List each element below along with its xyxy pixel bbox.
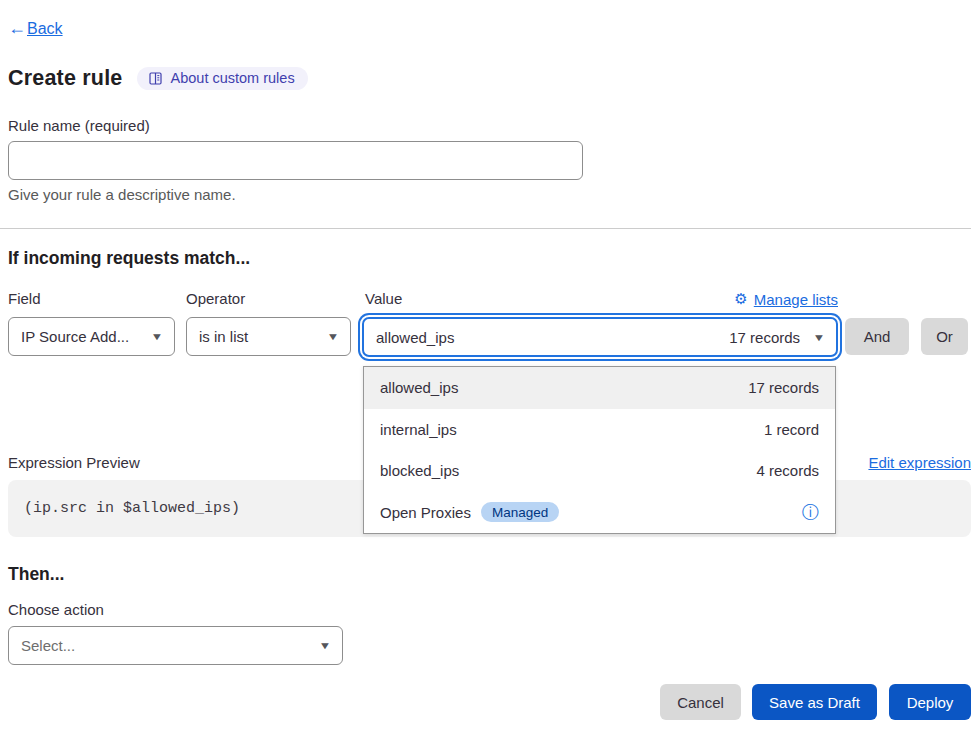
operator-column-label: Operator bbox=[186, 290, 245, 307]
option-count: 4 records bbox=[756, 462, 819, 479]
manage-lists-label: Manage lists bbox=[754, 291, 838, 308]
chevron-down-icon: ▼ bbox=[813, 332, 826, 343]
value-select-count: 17 records bbox=[729, 329, 800, 346]
about-custom-rules-badge[interactable]: About custom rules bbox=[137, 67, 308, 90]
value-select[interactable]: allowed_ips 17 records ▼ bbox=[362, 317, 838, 357]
save-as-draft-button[interactable]: Save as Draft bbox=[752, 684, 877, 720]
title-row: Create rule About custom rules bbox=[8, 66, 308, 91]
dropdown-option-blocked-ips[interactable]: blocked_ips 4 records bbox=[364, 450, 835, 492]
expression-code: (ip.src in $allowed_ips) bbox=[24, 500, 240, 517]
book-icon bbox=[148, 71, 163, 86]
section-divider bbox=[0, 228, 971, 229]
match-section-heading: If incoming requests match... bbox=[8, 248, 250, 269]
cancel-button[interactable]: Cancel bbox=[660, 684, 741, 720]
edit-expression-link[interactable]: Edit expression bbox=[868, 454, 971, 471]
action-select[interactable]: Select... ▼ bbox=[8, 626, 343, 665]
value-column-label: Value bbox=[365, 290, 402, 307]
manage-lists-link[interactable]: ⚙ Manage lists bbox=[734, 290, 838, 308]
option-name: internal_ips bbox=[380, 421, 457, 438]
then-section-heading: Then... bbox=[8, 564, 64, 585]
option-count: 17 records bbox=[748, 379, 819, 396]
deploy-button[interactable]: Deploy bbox=[889, 684, 971, 720]
dropdown-option-open-proxies[interactable]: Open Proxies Managed ⓘ bbox=[364, 492, 835, 534]
value-select-name: allowed_ips bbox=[376, 329, 454, 346]
page-title: Create rule bbox=[8, 66, 123, 91]
field-select-value: IP Source Add... bbox=[21, 328, 129, 345]
gear-icon: ⚙ bbox=[734, 290, 747, 308]
option-count: 1 record bbox=[764, 421, 819, 438]
option-name: Open Proxies bbox=[380, 504, 471, 521]
info-icon[interactable]: ⓘ bbox=[802, 501, 819, 524]
operator-select-value: is in list bbox=[199, 328, 248, 345]
option-name: allowed_ips bbox=[380, 379, 458, 396]
chevron-down-icon: ▼ bbox=[319, 640, 332, 651]
or-button[interactable]: Or bbox=[921, 318, 968, 355]
rule-name-input[interactable] bbox=[8, 141, 583, 180]
dropdown-option-internal-ips[interactable]: internal_ips 1 record bbox=[364, 409, 835, 451]
rule-name-helper: Give your rule a descriptive name. bbox=[8, 186, 236, 203]
badge-label: About custom rules bbox=[171, 70, 295, 86]
managed-badge: Managed bbox=[481, 502, 559, 522]
chevron-down-icon: ▼ bbox=[327, 331, 340, 342]
value-dropdown-menu: allowed_ips 17 records internal_ips 1 re… bbox=[363, 366, 836, 534]
back-arrow-icon: ← bbox=[8, 18, 26, 39]
dropdown-option-allowed-ips[interactable]: allowed_ips 17 records bbox=[364, 367, 835, 409]
choose-action-label: Choose action bbox=[8, 601, 104, 618]
back-label: Back bbox=[27, 20, 63, 38]
field-select[interactable]: IP Source Add... ▼ bbox=[8, 317, 175, 356]
operator-select[interactable]: is in list ▼ bbox=[186, 317, 351, 356]
back-link[interactable]: ← Back bbox=[8, 18, 63, 39]
and-button[interactable]: And bbox=[845, 318, 909, 355]
chevron-down-icon: ▼ bbox=[151, 331, 164, 342]
action-select-placeholder: Select... bbox=[21, 637, 75, 654]
field-column-label: Field bbox=[8, 290, 41, 307]
option-name: blocked_ips bbox=[380, 462, 459, 479]
expression-preview-label: Expression Preview bbox=[8, 454, 140, 471]
rule-name-label: Rule name (required) bbox=[8, 117, 150, 134]
